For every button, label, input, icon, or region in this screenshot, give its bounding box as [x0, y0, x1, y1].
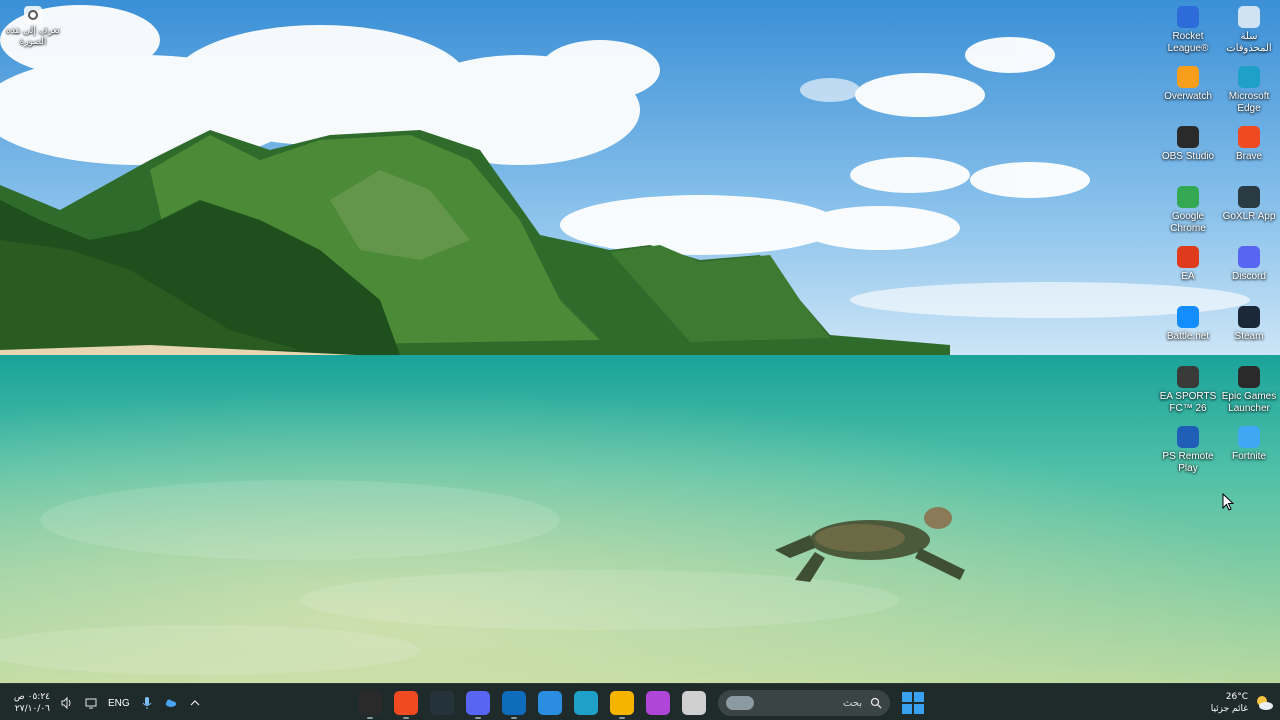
- clock-date: ٢٧/١٠/٠٦: [14, 704, 50, 714]
- desktop-icon-chrome[interactable]: Google Chrome: [1158, 186, 1218, 235]
- outlook-taskbar-icon[interactable]: [502, 691, 526, 719]
- desktop-icon-ps-remote-play[interactable]: PS Remote Play: [1158, 426, 1218, 475]
- overwatch-icon: [1177, 66, 1199, 88]
- ps-remote-play-icon: [1177, 426, 1199, 448]
- brave-taskbar-icon[interactable]: [394, 691, 418, 719]
- start-button[interactable]: [902, 692, 924, 714]
- steam-icon: [1238, 306, 1260, 328]
- running-indicator: [511, 717, 517, 719]
- desktop-icon-label: EA SPORTS FC™ 26: [1159, 391, 1217, 414]
- clock-time: ٠٥:٢٤ ص: [13, 692, 50, 702]
- desktop-icon-edge[interactable]: Microsoft Edge: [1219, 66, 1279, 115]
- brave-icon: [1238, 126, 1260, 148]
- chevron-up-icon[interactable]: [188, 696, 202, 710]
- running-indicator: [403, 717, 409, 719]
- search-box[interactable]: بحث: [718, 690, 890, 716]
- weather-temp: 26°C: [1225, 692, 1248, 702]
- display-icon[interactable]: [84, 696, 98, 710]
- desktop-icon-label: سلة المحذوفات: [1226, 31, 1272, 54]
- clock[interactable]: ٠٥:٢٤ ص ٢٧/١٠/٠٦: [8, 691, 50, 715]
- obs-taskbar-icon[interactable]: [358, 691, 382, 719]
- desktop-icon-goxlr[interactable]: GoXLR App: [1219, 186, 1279, 223]
- taskbar-apps: بحث: [358, 687, 924, 719]
- window-taskbar-icon[interactable]: [682, 691, 706, 715]
- desktop-icon-fortnite[interactable]: Fortnite: [1219, 426, 1279, 463]
- volume-icon[interactable]: [60, 696, 74, 710]
- office-taskbar-icon[interactable]: [646, 691, 670, 715]
- goxlr-icon: [1238, 186, 1260, 208]
- system-tray: ٠٥:٢٤ ص ٢٧/١٠/٠٦ ENG: [8, 688, 202, 718]
- desktop-icon-obs[interactable]: OBS Studio: [1158, 126, 1218, 163]
- mic-icon[interactable]: [140, 696, 154, 710]
- partly-cloudy-icon: [1254, 693, 1274, 713]
- desktop-icon-label: GoXLR App: [1222, 211, 1276, 222]
- desktop-icon-battlenet[interactable]: Battle.net: [1158, 306, 1218, 343]
- onedrive-icon[interactable]: [164, 696, 178, 710]
- running-indicator: [367, 717, 373, 719]
- desktop-icon-recycle-bin[interactable]: سلة المحذوفات: [1219, 6, 1279, 55]
- desktop-icon-label: Steam: [1234, 331, 1264, 342]
- desktop-icon-label: Epic Games Launcher: [1221, 391, 1277, 414]
- desktop-icon-label: Microsoft Edge: [1228, 91, 1270, 114]
- rocket-league-icon: [1177, 6, 1199, 28]
- chrome-icon: [1177, 186, 1199, 208]
- weather-widget[interactable]: 26°C غائم جزئيا: [1211, 688, 1274, 718]
- desktop-icon-ea-sports-fc[interactable]: EA SPORTS FC™ 26: [1158, 366, 1218, 415]
- mouse-cursor-icon: [1222, 492, 1235, 515]
- edge-taskbar-icon[interactable]: [574, 691, 598, 715]
- desktop-icon-label: Overwatch: [1164, 91, 1212, 102]
- weather-condition: غائم جزئيا: [1210, 704, 1248, 714]
- search-highlight-icon: [726, 696, 754, 710]
- search-icon: [870, 697, 882, 709]
- desktop-icon-ea[interactable]: EA: [1158, 246, 1218, 283]
- desktop-wallpaper: [0, 0, 1280, 683]
- language-indicator[interactable]: ENG: [108, 698, 130, 709]
- desktop-icon-label: Rocket League®: [1167, 31, 1209, 54]
- taskbar: ٠٥:٢٤ ص ٢٧/١٠/٠٦ ENG بحث 26°C غائم جزئيا: [0, 683, 1280, 720]
- store-taskbar-icon[interactable]: [538, 691, 562, 715]
- epic-games-icon: [1238, 366, 1260, 388]
- desktop-icon-overwatch[interactable]: Overwatch: [1158, 66, 1218, 103]
- running-indicator: [475, 717, 481, 719]
- desktop-icon-epic-games[interactable]: Epic Games Launcher: [1219, 366, 1279, 415]
- recycle-bin-icon: [1238, 6, 1260, 28]
- desktop-icon-steam[interactable]: Steam: [1219, 306, 1279, 343]
- file-explorer-taskbar-icon[interactable]: [610, 691, 634, 719]
- fortnite-icon: [1238, 426, 1260, 448]
- desktop-icon-brave[interactable]: Brave: [1219, 126, 1279, 163]
- desktop-icon-label: PS Remote Play: [1162, 451, 1214, 474]
- goxlr-taskbar-icon[interactable]: [430, 691, 454, 715]
- discord-taskbar-icon[interactable]: [466, 691, 490, 719]
- edge-icon: [1238, 66, 1260, 88]
- search-placeholder: بحث: [842, 697, 862, 709]
- battlenet-icon: [1177, 306, 1199, 328]
- learn-about-picture[interactable]: تعرف إلى هذه الصورة: [2, 6, 64, 48]
- desktop-icon-label: EA: [1181, 271, 1195, 282]
- ea-icon: [1177, 246, 1199, 268]
- info-icon: [24, 6, 42, 24]
- desktop-icon-label: Discord: [1232, 271, 1266, 282]
- ea-sports-fc-icon: [1177, 366, 1199, 388]
- desktop-icon-label: Brave: [1235, 151, 1263, 162]
- desktop-icon-label: OBS Studio: [1161, 151, 1215, 162]
- desktop-icon-label: Fortnite: [1232, 451, 1266, 462]
- learn-about-picture-label: تعرف إلى هذه الصورة: [6, 26, 60, 47]
- desktop-icon-rocket-league[interactable]: Rocket League®: [1158, 6, 1218, 55]
- discord-icon: [1238, 246, 1260, 268]
- desktop-icon-label: Battle.net: [1166, 331, 1210, 342]
- desktop-icon-label: Google Chrome: [1170, 211, 1206, 234]
- obs-icon: [1177, 126, 1199, 148]
- desktop-icon-discord[interactable]: Discord: [1219, 246, 1279, 283]
- running-indicator: [619, 717, 625, 719]
